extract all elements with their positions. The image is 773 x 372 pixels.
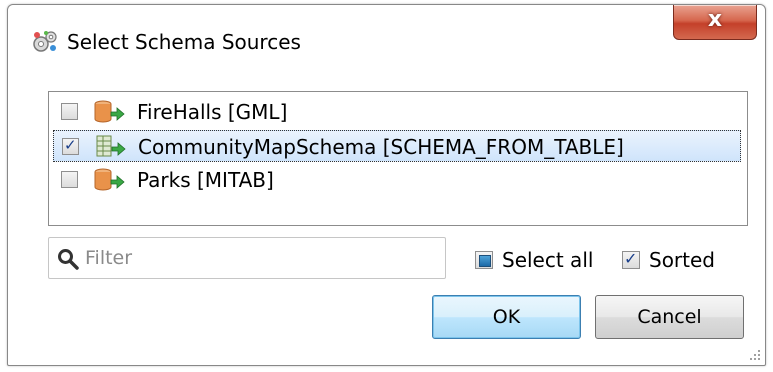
filter-field[interactable] [48,237,446,279]
schema-table-icon [96,135,126,157]
list-item[interactable]: FireHalls [GML] [53,96,741,128]
gears-icon [33,31,57,52]
ok-button[interactable]: OK [432,295,581,339]
source-label: CommunityMapSchema [SCHEMA_FROM_TABLE] [138,135,624,159]
database-arrow-icon [94,168,125,191]
sorted-box[interactable]: ✓ [622,249,640,269]
source-label: FireHalls [GML] [137,100,288,124]
source-label: Parks [MITAB] [137,168,274,192]
checkmark-icon: ✓ [624,249,638,268]
title-bar[interactable]: Select Schema Sources x [8,5,765,71]
dialog-title: Select Schema Sources [67,30,301,54]
schema-source-list[interactable]: FireHalls [GML] ✓ CommunityMapSchema [SC… [48,91,748,226]
source-checkbox[interactable] [61,103,78,120]
sorted-label: Sorted [649,248,715,272]
select-all-box[interactable] [475,251,493,269]
search-icon [58,249,79,270]
filter-input[interactable] [83,244,433,272]
source-checkbox[interactable] [61,171,78,188]
select-schema-sources-dialog: Select Schema Sources x FireHalls [GML] … [7,4,766,366]
source-checkbox[interactable]: ✓ [62,136,79,155]
checkmark-icon: ✓ [64,136,77,154]
sorted-checkbox[interactable]: ✓ Sorted [622,248,732,272]
list-item-selected[interactable]: ✓ CommunityMapSchema [SCHEMA_FROM_TABLE] [53,130,741,162]
database-arrow-icon [94,100,125,123]
select-all-label: Select all [502,248,594,272]
list-item[interactable]: Parks [MITAB] [53,164,741,196]
resize-grip-icon[interactable] [747,347,761,361]
close-button[interactable]: x [673,5,757,40]
select-all-checkbox[interactable]: Select all [475,248,605,272]
close-icon: x [707,7,723,32]
cancel-button[interactable]: Cancel [595,295,744,339]
